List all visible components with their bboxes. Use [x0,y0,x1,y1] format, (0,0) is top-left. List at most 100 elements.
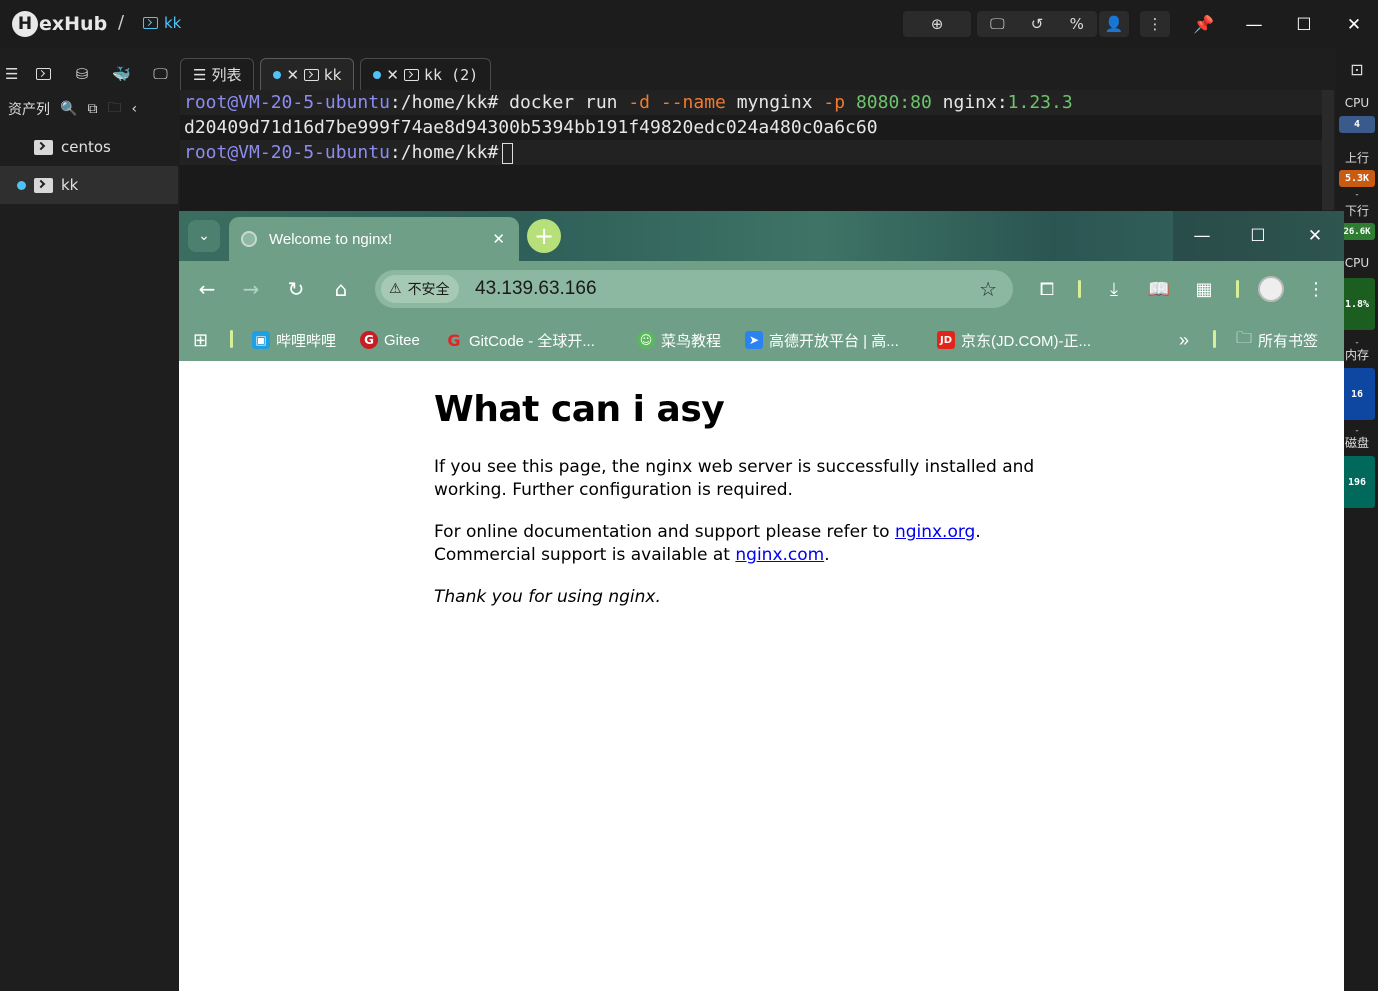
sidebar-item-centos[interactable]: centos [0,128,178,166]
download-icon: ⤓ [1110,278,1118,300]
browser-menu-button[interactable]: ⋮ [1302,275,1330,303]
bookmark-item[interactable]: ➤ 高德开放平台 | 高... [745,329,899,351]
minimize-button[interactable]: — [1241,12,1267,38]
bookmark-item[interactable]: G Gitee [360,329,420,351]
bookmark-star-icon[interactable]: ☆ [979,277,997,301]
more-bookmarks-button[interactable]: » [1179,329,1189,351]
sidebar-item-label: centos [61,138,111,156]
extensions-button[interactable]: ⧠ [1033,275,1061,303]
command-text: mynginx [725,92,824,113]
terminal-scrollbar[interactable] [1322,90,1334,210]
more-vertical-icon: ⋮ [1307,278,1325,300]
bookmark-item[interactable]: JD 京东(JD.COM)-正... [937,329,1091,351]
copy-icon[interactable]: ⧉ [87,101,97,117]
user-button[interactable]: 👤 [1099,11,1129,37]
pin-button[interactable]: 📌 [1191,12,1217,38]
bookmarks-divider [1213,330,1216,348]
divider-dash: - [1355,190,1359,200]
bookmark-label: Gitee [384,331,420,349]
reading-mode-button[interactable]: 📖 [1145,275,1173,303]
more-button[interactable]: ⋮ [1140,11,1170,37]
tab-search-button[interactable]: ⌄ [188,220,220,252]
tab-kk-2[interactable]: ✕ kk (2) [360,58,492,90]
browser-tab-bar: ⌄ Welcome to nginx! ✕ + — ☐ ✕ [179,211,1344,261]
close-button[interactable]: ✕ [1341,12,1367,38]
collapse-icon[interactable]: ‹ [131,101,137,117]
breadcrumb[interactable]: kk [143,14,181,32]
prompt-user-host: root@VM-20-5-ubuntu [184,142,390,163]
breadcrumb-separator: / [118,12,125,33]
close-icon: ✕ [1346,15,1362,35]
maximize-icon: ☐ [1250,226,1266,246]
prompt-path: :/home/kk# [389,142,499,163]
back-button[interactable]: ← [193,275,221,303]
monitor-icon[interactable]: 🖵 [990,15,1004,33]
url-text[interactable]: 43.139.63.166 [475,278,597,300]
amap-icon: ➤ [745,331,763,349]
docker-icon[interactable]: 🐳 [102,65,141,83]
docs-text: For online documentation and support ple… [434,522,895,542]
browser-minimize-button[interactable]: — [1187,223,1217,249]
globe-icon [241,231,257,247]
container-id: d20409d71d16d7be999f74ae8d94300b5394bb19… [184,117,878,138]
folder-icon[interactable]: 🗀 [107,97,121,121]
bookmark-item[interactable]: ☺ 菜鸟教程 [637,329,721,351]
hexhub-logo: H exHub [12,10,107,38]
tab-label: 列表 [211,66,242,84]
forward-button[interactable]: → [237,275,265,303]
bookmark-item[interactable]: G GitCode - 全球开... [445,329,594,351]
close-tab-icon[interactable]: ✕ [386,66,399,84]
nginx-com-link[interactable]: nginx.com [735,545,824,565]
reload-button[interactable]: ↻ [282,275,310,303]
terminal-icon [34,139,53,155]
arrow-right-icon: → [242,277,260,301]
terminal-panel-icon[interactable]: ⊡ [1336,60,1378,79]
new-tab-button[interactable]: + [527,219,561,253]
memory-badge: 16 [1339,368,1375,420]
security-indicator[interactable]: ⚠ 不安全 [381,275,459,303]
nginx-org-link[interactable]: nginx.org [895,522,975,542]
thanks-paragraph: Thank you for using nginx. [434,586,1054,609]
home-button[interactable]: ⌂ [327,275,355,303]
downloads-button[interactable]: ⤓ [1100,275,1128,303]
address-bar[interactable]: ⚠ 不安全 43.139.63.166 ☆ [375,270,1013,308]
terminal-output[interactable]: root@VM-20-5-ubuntu:/home/kk# docker run… [180,90,1322,220]
browser-tab[interactable]: Welcome to nginx! ✕ [229,217,519,261]
bookmark-item[interactable]: ▣ 哔哩哔哩 [252,329,336,351]
cpu-label: CPU [1344,96,1370,110]
history-icon[interactable]: ↺ [1031,15,1044,33]
cpu-usage-badge: 1.8% [1339,278,1375,330]
list-icon[interactable]: ☰ [0,65,23,83]
tab-list[interactable]: ☰ 列表 [180,58,255,90]
command-option: --name [650,92,726,113]
close-tab-icon[interactable]: ✕ [286,66,299,84]
search-icon[interactable]: 🔍 [60,101,77,117]
maximize-button[interactable]: ☐ [1291,12,1317,38]
toolbar-divider [1078,280,1081,298]
close-tab-icon[interactable]: ✕ [492,230,505,248]
remote-desktop-icon[interactable]: 🖵 [141,65,180,83]
insecure-label: 不安全 [407,282,450,298]
apps-button[interactable]: ⊞ [193,329,208,351]
all-bookmarks-button[interactable]: 🗀 所有书签 [1236,329,1318,351]
percent-icon[interactable]: % [1070,15,1084,33]
profile-avatar[interactable] [1258,276,1284,302]
database-icon[interactable]: ⛁ [63,65,102,83]
browser-tab-title: Welcome to nginx! [269,230,393,248]
home-icon: ⌂ [334,277,348,301]
terminal-icon [34,177,53,193]
prompt-path: :/home/kk# [389,92,499,113]
sidebar-item-kk[interactable]: kk [0,166,178,204]
transfer-button[interactable]: ⊕ [903,11,971,37]
browser-close-button[interactable]: ✕ [1300,223,1330,249]
chevron-double-right-icon: » [1179,329,1190,350]
terminal-tool-icon[interactable] [23,68,62,80]
browser-maximize-button[interactable]: ☐ [1243,223,1273,249]
qr-code-button[interactable]: ▦ [1190,275,1218,303]
puzzle-icon: ⧠ [1039,278,1055,300]
prompt-user-host: root@VM-20-5-ubuntu [184,92,390,113]
tab-kk[interactable]: ✕ kk [260,58,355,90]
thanks-text: Thank you for using nginx. [434,587,661,607]
command-option: -p [823,92,846,113]
logo-text: exHub [39,13,108,35]
